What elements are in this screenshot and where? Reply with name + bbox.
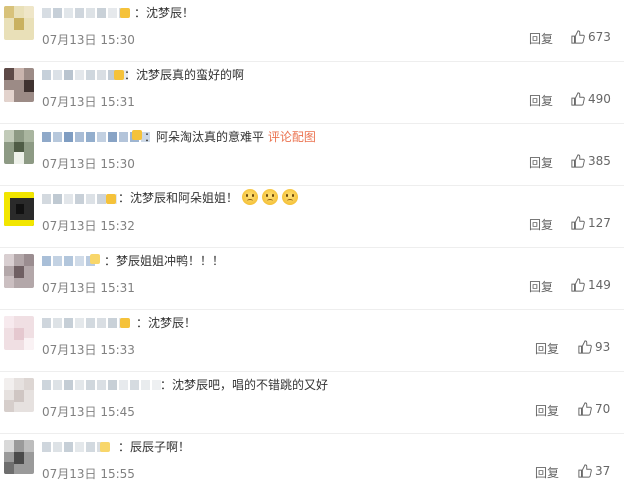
like-button[interactable]: 385 bbox=[571, 154, 611, 168]
avatar[interactable] bbox=[4, 192, 34, 226]
username-blurred[interactable] bbox=[42, 256, 95, 268]
reply-button[interactable]: 回复 bbox=[529, 92, 553, 109]
avatar[interactable] bbox=[4, 316, 34, 350]
username-blurred[interactable] bbox=[42, 8, 128, 20]
thumbs-up-icon bbox=[571, 278, 585, 292]
like-count: 673 bbox=[588, 30, 611, 44]
comment-item: ：沈梦辰和阿朵姐姐！ 07月13日 15:32 回复 127 bbox=[0, 186, 624, 248]
comment-time: 07月13日 15:30 bbox=[42, 33, 135, 47]
avatar[interactable] bbox=[4, 6, 34, 40]
like-count: 490 bbox=[588, 92, 611, 106]
avatar[interactable] bbox=[4, 254, 34, 288]
comment-text: ：辰辰子啊！ bbox=[118, 440, 191, 454]
like-count: 93 bbox=[595, 340, 611, 354]
like-count: 37 bbox=[595, 464, 611, 478]
comment-item: ：沈梦辰！ 07月13日 15:33 回复 93 bbox=[0, 310, 624, 372]
comment-text: ：沈梦辰！ bbox=[134, 6, 195, 20]
thumbs-up-icon bbox=[578, 340, 592, 354]
comment-item: ：沈梦辰！ 07月13日 15:30 回复 673 bbox=[0, 0, 624, 62]
thumbs-up-icon bbox=[571, 30, 585, 44]
member-badge-icon bbox=[132, 130, 142, 140]
comment-list: ：沈梦辰！ 07月13日 15:30 回复 673 ：沈梦辰真的蛮好的啊 07月… bbox=[0, 0, 624, 483]
member-badge-icon bbox=[120, 318, 130, 328]
comment-item: ：沈梦辰真的蛮好的啊 07月13日 15:31 回复 490 bbox=[0, 62, 624, 124]
comment-item: ：梦辰姐姐冲鸭！！！ 07月13日 15:31 回复 149 bbox=[0, 248, 624, 310]
like-button[interactable]: 37 bbox=[578, 464, 610, 478]
comment-text: ：阿朵淘汰真的意难平 评论配图 bbox=[144, 130, 316, 144]
comment-time: 07月13日 15:45 bbox=[42, 405, 135, 419]
username-blurred[interactable] bbox=[42, 318, 128, 330]
thumbs-up-icon bbox=[578, 464, 592, 478]
comment-item: ：辰辰子啊！ 07月13日 15:55 回复 37 bbox=[0, 434, 624, 483]
like-count: 70 bbox=[595, 402, 611, 416]
member-badge-icon bbox=[90, 254, 100, 264]
sad-face-icon bbox=[242, 189, 259, 205]
comment-time: 07月13日 15:31 bbox=[42, 281, 135, 295]
comment-time: 07月13日 15:31 bbox=[42, 95, 135, 109]
like-button[interactable]: 149 bbox=[571, 278, 611, 292]
sad-face-icon bbox=[262, 189, 279, 205]
thumbs-up-icon bbox=[578, 402, 592, 416]
sad-face-icon bbox=[282, 189, 299, 205]
like-button[interactable]: 490 bbox=[571, 92, 611, 106]
reply-button[interactable]: 回复 bbox=[535, 340, 559, 357]
comment-text: ：沈梦辰吧，唱的不错跳的又好 bbox=[160, 378, 329, 392]
thumbs-up-icon bbox=[571, 216, 585, 230]
avatar[interactable] bbox=[4, 440, 34, 474]
thumbs-up-icon bbox=[571, 154, 585, 168]
like-count: 149 bbox=[588, 278, 611, 292]
comment-time: 07月13日 15:55 bbox=[42, 467, 135, 481]
avatar[interactable] bbox=[4, 68, 34, 102]
reply-button[interactable]: 回复 bbox=[529, 216, 553, 233]
comment-text: ：梦辰姐姐冲鸭！！！ bbox=[104, 254, 225, 268]
like-count: 385 bbox=[588, 154, 611, 168]
username-blurred[interactable] bbox=[42, 380, 161, 392]
like-button[interactable]: 70 bbox=[578, 402, 610, 416]
member-badge-icon bbox=[114, 70, 124, 80]
comment-time: 07月13日 15:30 bbox=[42, 157, 135, 171]
member-badge-icon bbox=[106, 194, 116, 204]
reply-button[interactable]: 回复 bbox=[535, 402, 559, 419]
comment-text: ：沈梦辰真的蛮好的啊 bbox=[124, 68, 245, 82]
reply-button[interactable]: 回复 bbox=[529, 154, 553, 171]
comment-text: ：沈梦辰！ bbox=[136, 316, 197, 330]
comment-text: ：沈梦辰和阿朵姐姐！ bbox=[118, 189, 299, 207]
like-count: 127 bbox=[588, 216, 611, 230]
avatar[interactable] bbox=[4, 130, 34, 164]
member-badge-icon bbox=[120, 8, 130, 18]
comment-time: 07月13日 15:32 bbox=[42, 219, 135, 233]
thumbs-up-icon bbox=[571, 92, 585, 106]
comment-item: ：阿朵淘汰真的意难平 评论配图 07月13日 15:30 回复 385 bbox=[0, 124, 624, 186]
reply-button[interactable]: 回复 bbox=[535, 464, 559, 481]
comment-item: ：沈梦辰吧，唱的不错跳的又好 07月13日 15:45 回复 70 bbox=[0, 372, 624, 434]
username-blurred[interactable] bbox=[42, 442, 106, 454]
like-button[interactable]: 93 bbox=[578, 340, 610, 354]
reply-button[interactable]: 回复 bbox=[529, 278, 553, 295]
comment-time: 07月13日 15:33 bbox=[42, 343, 135, 357]
avatar[interactable] bbox=[4, 378, 34, 412]
comment-image-link[interactable]: 评论配图 bbox=[268, 130, 316, 144]
member-badge-icon bbox=[100, 442, 110, 452]
like-button[interactable]: 127 bbox=[571, 216, 611, 230]
like-button[interactable]: 673 bbox=[571, 30, 611, 44]
reply-button[interactable]: 回复 bbox=[529, 30, 553, 47]
